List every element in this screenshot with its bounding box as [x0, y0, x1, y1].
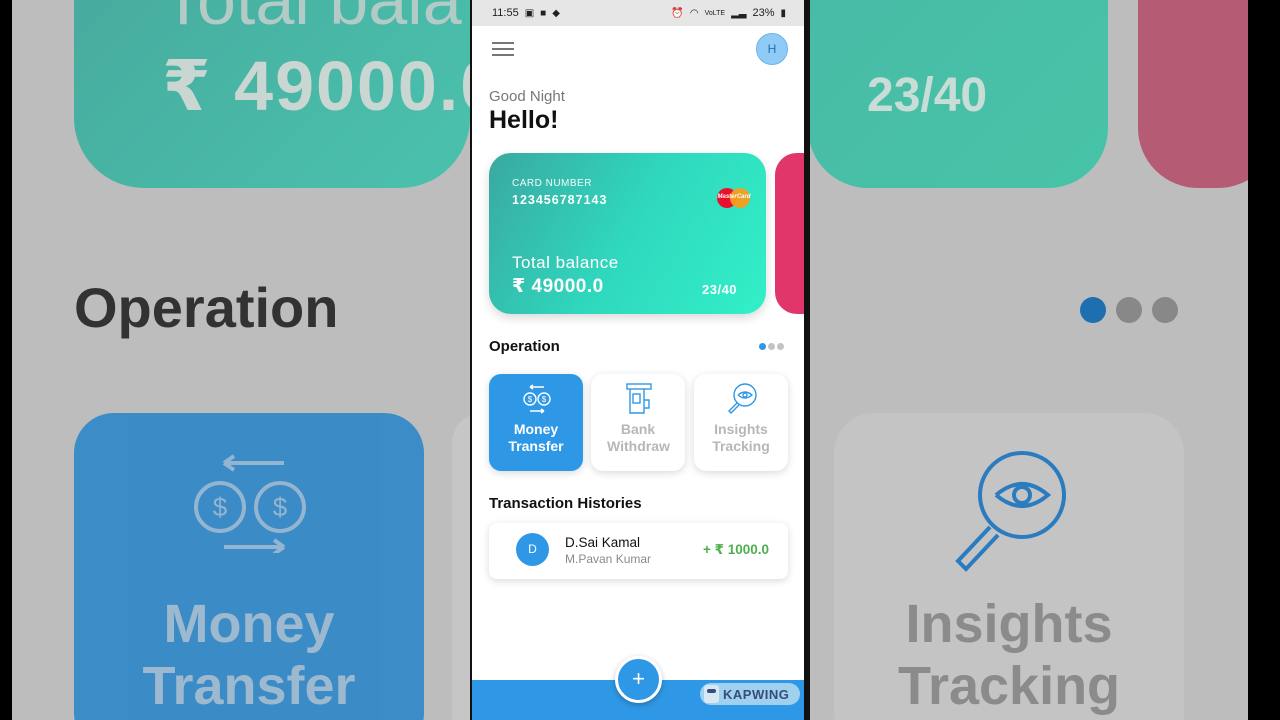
svg-text:$: $: [213, 492, 228, 522]
balance-card[interactable]: CARD NUMBER 123456787143 MasterCard Tota…: [489, 153, 766, 314]
video-icon: ■: [540, 7, 547, 19]
add-button[interactable]: +: [615, 656, 662, 703]
bank-withdraw-tile[interactable]: Bank Withdraw: [591, 374, 685, 471]
mastercard-logo-icon: MasterCard: [717, 188, 751, 208]
bg-page-dots: [1080, 297, 1178, 323]
bg-pink-card: [1138, 0, 1248, 188]
volte-label: VoLTE: [704, 9, 726, 17]
bg-money-transfer-icon: $ $: [194, 454, 306, 553]
kapwing-logo-icon: [704, 685, 719, 703]
alarm-icon: ⏰: [671, 7, 684, 19]
insights-icon: [728, 383, 757, 414]
bg-insights-label: Insights Tracking: [897, 594, 1121, 716]
status-bar: 11:55 ▣ ■ ◆ ⏰ ◠ VoLTE ▂▃ 23% ▮: [472, 0, 804, 26]
bg-balance-text: ₹ 49000.0: [162, 47, 502, 125]
atm-icon: [626, 383, 652, 414]
card-number: 123456787143: [512, 193, 608, 207]
total-balance-amount: ₹ 49000.0: [512, 276, 604, 297]
svg-text:$: $: [542, 395, 547, 404]
status-time: 11:55: [492, 7, 519, 19]
money-transfer-label: Money Transfer: [508, 421, 564, 454]
phone-frame: 11:55 ▣ ■ ◆ ⏰ ◠ VoLTE ▂▃ 23% ▮ H Good Ni…: [470, 0, 810, 720]
insights-tracking-label: Insights Tracking: [712, 421, 770, 454]
card-number-label: CARD NUMBER: [512, 178, 592, 189]
kapwing-watermark: KAPWING: [700, 683, 800, 705]
signal-icon: ▂▃: [731, 7, 747, 19]
profile-avatar[interactable]: H: [756, 33, 788, 65]
bank-withdraw-label: Bank Withdraw: [607, 421, 670, 454]
app-screen: 11:55 ▣ ■ ◆ ⏰ ◠ VoLTE ▂▃ 23% ▮ H Good Ni…: [472, 0, 804, 720]
bg-money-transfer-label: Money Transfer: [142, 594, 356, 716]
transaction-amount: + ₹ 1000.0: [703, 542, 770, 557]
watermark-text: KAPWING: [723, 686, 790, 702]
operation-title: Operation: [489, 338, 560, 355]
money-transfer-tile[interactable]: $ $ Money Transfer: [489, 374, 583, 471]
second-card-peek[interactable]: [775, 153, 804, 314]
transaction-row[interactable]: D D.Sai Kamal M.Pavan Kumar + ₹ 1000.0: [489, 523, 788, 579]
insights-tracking-tile[interactable]: Insights Tracking: [694, 374, 788, 471]
total-balance-label: Total balance: [512, 253, 619, 272]
bg-total-text: Total bala: [162, 0, 462, 39]
bg-insights-icon: [955, 451, 1066, 572]
card-ratio: 23/40: [702, 282, 738, 297]
greeting-subtitle: Good Night: [489, 88, 565, 105]
transaction-receiver: M.Pavan Kumar: [565, 552, 652, 566]
transaction-avatar: D: [516, 533, 549, 566]
notification-icon: ◆: [552, 7, 560, 19]
battery-percent: 23%: [752, 7, 775, 19]
svg-text:$: $: [273, 492, 288, 522]
greeting-title: Hello!: [489, 106, 559, 134]
hamburger-menu-icon[interactable]: [492, 42, 514, 56]
screenshot-icon: ▣: [524, 7, 535, 19]
svg-text:$: $: [528, 395, 533, 404]
app-top-bar: H: [472, 26, 804, 72]
bg-ratio-text: 23/40: [867, 69, 988, 122]
battery-icon: ▮: [780, 7, 786, 19]
transaction-sender: D.Sai Kamal: [565, 535, 641, 550]
bg-insights-tile: Insights Tracking: [834, 413, 1184, 720]
carousel-page-dots[interactable]: [759, 343, 784, 350]
money-transfer-icon: $ $: [523, 384, 551, 414]
bg-money-transfer-tile: $ $ Money Transfer: [74, 413, 424, 720]
bg-operation-title: Operation: [74, 276, 339, 339]
wifi-icon: ◠: [689, 7, 699, 19]
transaction-histories-title: Transaction Histories: [489, 495, 642, 512]
